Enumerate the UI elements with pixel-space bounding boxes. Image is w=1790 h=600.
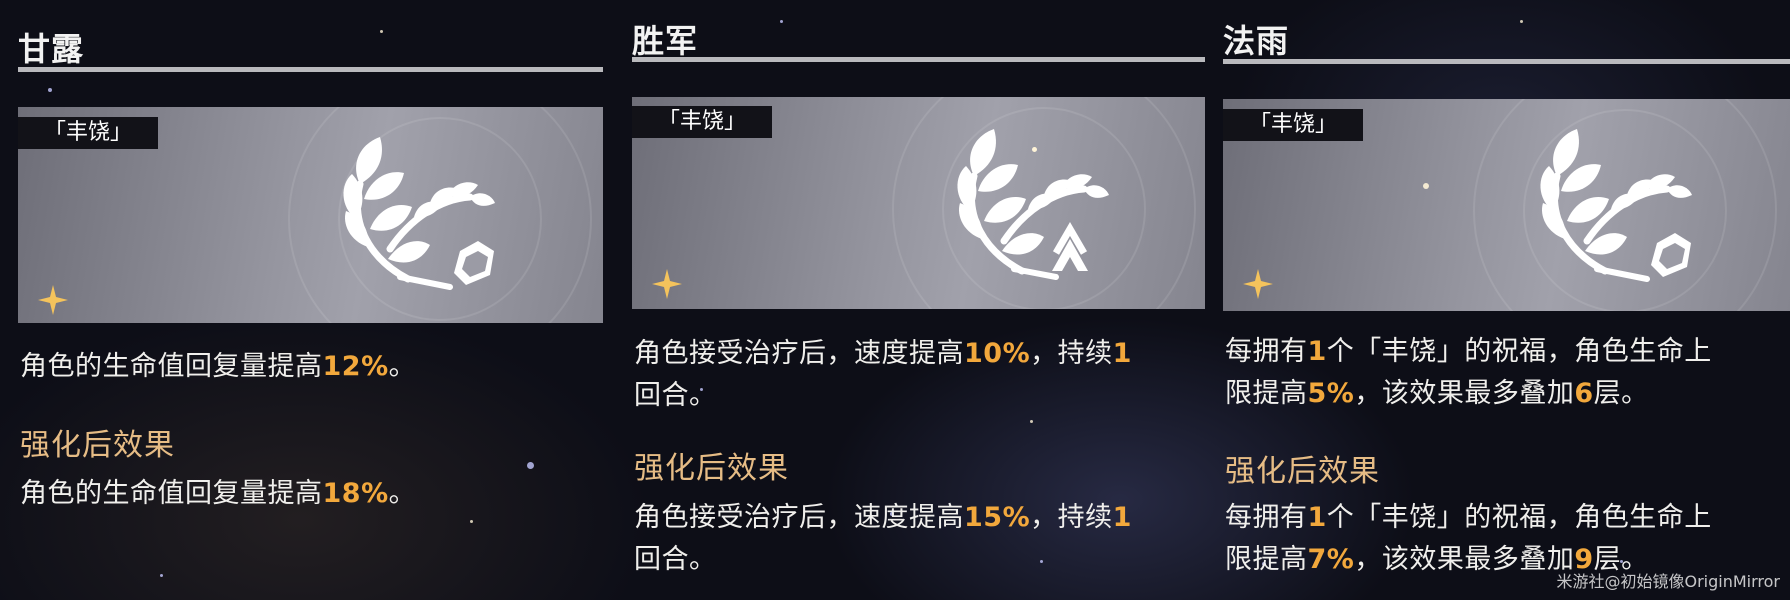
path-tag: 「丰饶」 [18,117,159,149]
abundance-emblem-icon [343,137,495,290]
enhanced-effect-text: 角色接受治疗后，速度提高15%，持续1 回合。 [634,502,1132,575]
path-tag: 「丰饶」 [1223,109,1364,141]
blessing-panel-fayu: 法雨 「丰饶」 每拥有1个「丰饶」的祝福，角色生命上 限提高5%，该效果最多叠加… [1223,0,1790,600]
title-divider [18,67,603,72]
sparkle-icon [1243,269,1273,299]
blessing-card[interactable]: 「丰饶」 [18,107,603,323]
enhanced-effect-text: 角色的生命值回复量提高18%。 [20,478,417,509]
abundance-emblem-icon [957,129,1109,280]
enhanced-effect-heading: 强化后效果 [20,428,175,463]
blessing-card[interactable]: 「丰饶」 [1223,99,1790,311]
panel-title: 法雨 [1223,22,1290,60]
blessing-card[interactable]: 「丰饶」 [632,97,1205,309]
sparkle-icon [38,285,68,315]
enhanced-effect-heading: 强化后效果 [1225,454,1380,489]
base-effect-text: 每拥有1个「丰饶」的祝福，角色生命上 限提高5%，该效果最多叠加6层。 [1225,336,1712,409]
title-divider [1223,59,1790,64]
sparkle-icon [652,269,682,299]
title-divider [632,57,1205,62]
star [1032,147,1037,152]
blessing-panel-shengjun: 胜军 「丰饶」 角色接受治疗后，速度提高10%，持续1 回合。 强化后效果 角色… [632,0,1205,600]
panel-title: 甘露 [18,30,85,68]
blessing-panel-ganlu: 甘露 「丰饶」 角色的生命值回复量提高12%。 强化后效果 角色的生命值回复量提… [18,0,603,600]
base-effect-text: 角色的生命值回复量提高12%。 [20,351,417,382]
star [1423,183,1429,189]
abundance-emblem-icon [1540,129,1692,282]
path-tag: 「丰饶」 [632,106,773,138]
watermark: 米游社@初始镜像OriginMirror [1556,572,1780,591]
panel-title: 胜军 [632,22,699,60]
enhanced-effect-heading: 强化后效果 [634,451,789,486]
base-effect-text: 角色接受治疗后，速度提高10%，持续1 回合。 [634,338,1132,411]
